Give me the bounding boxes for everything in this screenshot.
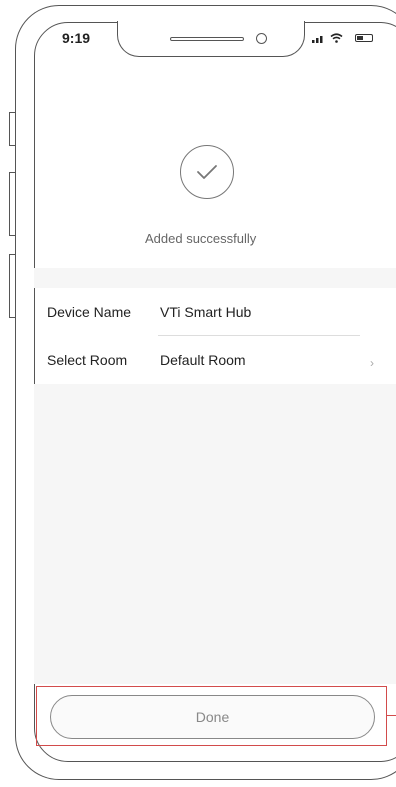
content-background [34, 384, 396, 684]
wifi-icon [330, 33, 343, 43]
status-time: 9:19 [62, 30, 91, 46]
row-divider [158, 335, 360, 336]
phone-side-button-volume-down [9, 254, 15, 318]
chevron-right-icon[interactable]: › [370, 356, 374, 370]
signal-bars-icon [312, 36, 323, 44]
device-name-label: Device Name [47, 304, 132, 320]
front-camera-icon [256, 33, 267, 44]
section-separator [34, 268, 396, 288]
phone-side-button-volume-up [9, 172, 15, 236]
select-room-label: Select Room [47, 352, 128, 368]
phone-side-button-mute [9, 112, 15, 146]
speaker-icon [170, 37, 244, 41]
device-name-field[interactable]: VTi Smart Hub [160, 304, 251, 320]
status-icons [312, 32, 343, 44]
success-message: Added successfully [145, 231, 257, 246]
select-room-value[interactable]: Default Room [160, 352, 246, 368]
callout-line [387, 715, 396, 716]
check-circle-icon [180, 145, 234, 199]
battery-level [357, 36, 363, 40]
done-button[interactable]: Done [50, 695, 375, 739]
battery-icon [355, 34, 373, 42]
checkmark-icon [197, 165, 217, 179]
